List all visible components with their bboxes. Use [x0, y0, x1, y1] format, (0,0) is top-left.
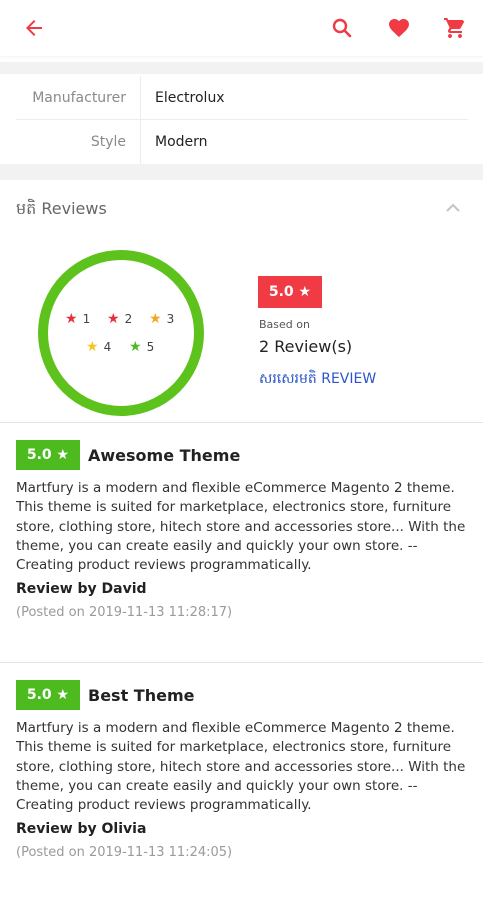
review-author: Review by David: [16, 581, 147, 598]
divider: [0, 422, 483, 423]
spec-label: Style: [90, 134, 126, 150]
spec-label: Manufacturer: [32, 89, 126, 106]
spec-row-manufacturer: Manufacturer Electrolux: [16, 75, 468, 120]
spec-value: Modern: [155, 134, 208, 150]
star-icon: ★: [129, 339, 142, 355]
average-rating-badge: 5.0 ★: [258, 276, 322, 308]
review-rating-badge: 5.0 ★: [16, 680, 80, 710]
review-body: Martfury is a modern and flexible eComme…: [16, 480, 466, 574]
star-rating-1[interactable]: ★ 1: [65, 311, 90, 327]
review-rating-badge: 5.0 ★: [16, 440, 80, 470]
review-title: Awesome Theme: [88, 445, 241, 465]
star-icon: ★: [149, 311, 162, 327]
arrow-left-icon[interactable]: [20, 14, 48, 42]
rating-ring: [38, 250, 204, 416]
write-review-link[interactable]: សរសេរមតិ REVIEW: [259, 369, 376, 390]
review-item: 5.0 ★ Best Theme Martfury is a modern an…: [16, 679, 468, 860]
star-rating-4[interactable]: ★ 4: [86, 339, 111, 355]
star-rating-5[interactable]: ★ 5: [129, 339, 154, 355]
review-item: 5.0 ★ Awesome Theme Martfury is a modern…: [16, 439, 468, 620]
review-body: Martfury is a modern and flexible eComme…: [16, 720, 466, 814]
search-icon[interactable]: [328, 14, 356, 42]
review-date: (Posted on 2019-11-13 11:28:17): [16, 605, 233, 621]
star-rating-3[interactable]: ★ 3: [149, 311, 174, 327]
review-date: (Posted on 2019-11-13 11:24:05): [16, 845, 233, 861]
chevron-up-icon[interactable]: [443, 200, 463, 216]
review-author: Review by Olivia: [16, 821, 147, 838]
star-rating-2[interactable]: ★ 2: [107, 311, 132, 327]
reviews-section-title: មតិ Reviews: [16, 199, 107, 218]
spec-value: Electrolux: [155, 89, 225, 106]
section-separator: [0, 62, 483, 74]
review-title: Best Theme: [88, 685, 195, 705]
cart-icon[interactable]: [441, 14, 469, 42]
spec-row-style: Style Modern: [16, 120, 468, 164]
heart-icon[interactable]: [385, 14, 413, 42]
section-separator: [0, 164, 483, 180]
based-on-label: Based on: [259, 318, 310, 331]
star-icon: ★: [86, 339, 99, 355]
review-count: 2 Review(s): [259, 337, 353, 356]
divider: [0, 662, 483, 663]
star-icon: ★: [107, 311, 120, 327]
app-bar: [0, 0, 483, 56]
star-icon: ★: [65, 311, 78, 327]
